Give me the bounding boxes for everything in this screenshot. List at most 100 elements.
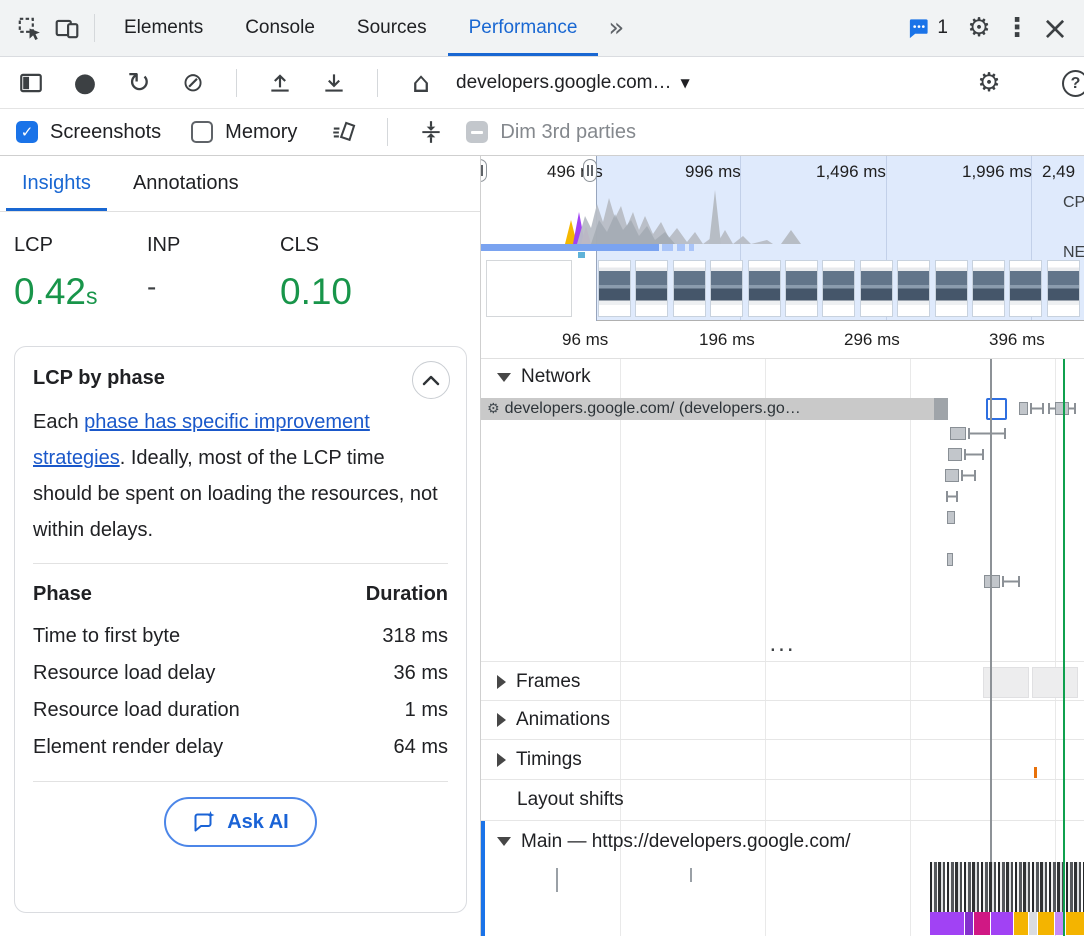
chevron-up-icon [422, 375, 440, 386]
shortcuts-dialog-button[interactable] [412, 113, 450, 151]
block-icon: ⊘ [182, 70, 204, 96]
network-waterfall-whisker [964, 449, 984, 460]
timeline-overview[interactable]: 496 ms 996 ms 1,496 ms 1,996 ms 2,49 CP … [481, 156, 1084, 321]
inspect-element-button[interactable] [10, 9, 48, 47]
tab-insights[interactable]: Insights [6, 156, 107, 211]
track-timings[interactable]: Timings [481, 740, 1084, 780]
column-header-duration: Duration [330, 579, 448, 618]
url-label: developers.google.com… [456, 72, 671, 94]
screenshot-thumbnail[interactable] [972, 260, 1005, 317]
help-button[interactable]: ? [1062, 70, 1084, 97]
screenshot-thumbnail[interactable] [860, 260, 893, 317]
gear-icon: ⚙ [967, 15, 990, 41]
timeline-marker-line [990, 359, 992, 862]
capture-settings-button[interactable]: ⚙ [970, 64, 1008, 102]
network-waterfall-bar[interactable] [1055, 402, 1069, 415]
screenshot-thumbnail[interactable] [822, 260, 855, 317]
screenshot-thumbnail[interactable] [785, 260, 818, 317]
main-task-mark[interactable] [556, 868, 558, 892]
screenshot-thumbnail[interactable] [598, 260, 631, 317]
frame-thumbnail[interactable] [1032, 667, 1078, 698]
overview-right-handle[interactable] [583, 159, 597, 182]
settings-button[interactable]: ⚙ [960, 9, 998, 47]
network-waterfall-whisker [1030, 403, 1044, 414]
timing-marker[interactable] [1034, 767, 1037, 778]
network-waterfall-whisker [1002, 576, 1020, 587]
toggle-sidebar-button[interactable] [12, 64, 50, 102]
memory-checkbox-wrap[interactable]: Memory [191, 121, 297, 144]
close-devtools-button[interactable]: × [1036, 9, 1074, 47]
screenshot-thumbnail[interactable] [1009, 260, 1042, 317]
track-animations[interactable]: Animations [481, 701, 1084, 740]
network-overview-bar [677, 244, 685, 251]
network-waterfall-bar[interactable] [947, 511, 955, 524]
phase-name: Resource load delay [33, 655, 330, 692]
flame-chart-segment[interactable] [1014, 912, 1028, 935]
network-waterfall-bar[interactable] [948, 448, 962, 461]
ruler-tick: 396 ms [989, 330, 1045, 350]
tab-sources[interactable]: Sources [336, 0, 448, 56]
save-profile-button[interactable] [315, 64, 353, 102]
screenshot-thumbnail[interactable] [935, 260, 968, 317]
record-button[interactable]: ● [66, 64, 104, 102]
screenshot-thumbnail[interactable] [897, 260, 930, 317]
flame-chart-segment[interactable] [1038, 912, 1054, 935]
flame-chart-segment[interactable] [974, 912, 990, 935]
screenshot-thumbnail[interactable] [1047, 260, 1080, 317]
more-tabs-button[interactable]: » [598, 0, 634, 56]
network-request[interactable]: ⚙ developers.google.com/ (developers.go… [481, 398, 948, 420]
flame-chart-segment[interactable] [991, 912, 1013, 935]
tab-elements[interactable]: Elements [103, 0, 224, 56]
flame-chart-dense-tasks[interactable] [930, 862, 1084, 912]
timeline-detail: 96 ms 196 ms 296 ms 396 ms Network ⚙ dev… [481, 322, 1084, 936]
network-waterfall-bar[interactable] [947, 553, 953, 566]
flame-chart-segment[interactable] [1029, 912, 1037, 935]
performance-toolbar: ● ↻ ⊘ ⌂ developers.google.com… ▼ ⚙ ? [0, 57, 1084, 109]
network-waterfall-bar[interactable] [984, 575, 1000, 588]
console-messages-button[interactable]: 1 [895, 0, 960, 56]
track-network[interactable]: Network [481, 359, 1084, 395]
flame-chart-segment[interactable] [1066, 912, 1084, 935]
screenshot-thumbnail[interactable] [710, 260, 743, 317]
screenshots-checkbox[interactable]: ✓ [16, 121, 38, 143]
metric-inp[interactable]: INP - [147, 234, 280, 313]
device-toolbar-button[interactable] [48, 9, 86, 47]
collect-garbage-button[interactable] [325, 113, 363, 151]
load-profile-button[interactable] [261, 64, 299, 102]
collapse-card-button[interactable] [412, 361, 450, 399]
home-button[interactable]: ⌂ [402, 64, 440, 102]
table-row: Time to first byte 318 ms [33, 618, 448, 655]
flame-chart-segment[interactable] [965, 912, 973, 935]
track-main[interactable]: Main — https://developers.google.com/ [481, 821, 1084, 862]
screenshots-checkbox-wrap[interactable]: ✓ Screenshots [16, 121, 161, 144]
screenshot-thumbnail[interactable] [748, 260, 781, 317]
clear-button[interactable]: ⊘ [174, 64, 212, 102]
network-waterfall-bar[interactable] [950, 427, 966, 440]
main-task-mark[interactable] [690, 868, 692, 882]
dim-third-parties-checkbox[interactable] [466, 121, 488, 143]
phase-name: Resource load duration [33, 692, 330, 729]
screenshot-thumbnail[interactable] [635, 260, 668, 317]
network-overview-bar [481, 244, 659, 251]
track-layout-shifts[interactable]: Layout shifts [481, 780, 1084, 821]
network-waterfall-bar[interactable] [945, 469, 959, 482]
gear-icon: ⚙ [977, 70, 1000, 96]
sidebar-tabs: Insights Annotations [0, 156, 480, 212]
metric-lcp[interactable]: LCP 0.42s [14, 234, 147, 313]
flame-chart-segment[interactable] [930, 912, 964, 935]
screenshot-thumbnail[interactable] [673, 260, 706, 317]
network-overflow-dots[interactable]: ... [481, 637, 1084, 662]
network-waterfall-bar[interactable] [1019, 402, 1028, 415]
history-url-selector[interactable]: developers.google.com… ▼ [456, 72, 690, 94]
tab-annotations[interactable]: Annotations [117, 156, 255, 211]
ask-ai-button[interactable]: Ask AI [164, 797, 317, 847]
metric-cls[interactable]: CLS 0.10 [280, 234, 413, 313]
memory-checkbox[interactable] [191, 121, 213, 143]
screenshot-thumbnail-large[interactable] [486, 260, 572, 317]
devtools-menu-button[interactable]: ⋮ [998, 9, 1036, 47]
network-waterfall-whisker [946, 491, 958, 502]
track-label: Timings [516, 749, 582, 771]
tab-console[interactable]: Console [224, 0, 336, 56]
record-and-reload-button[interactable]: ↻ [120, 64, 158, 102]
tab-performance[interactable]: Performance [448, 0, 599, 56]
